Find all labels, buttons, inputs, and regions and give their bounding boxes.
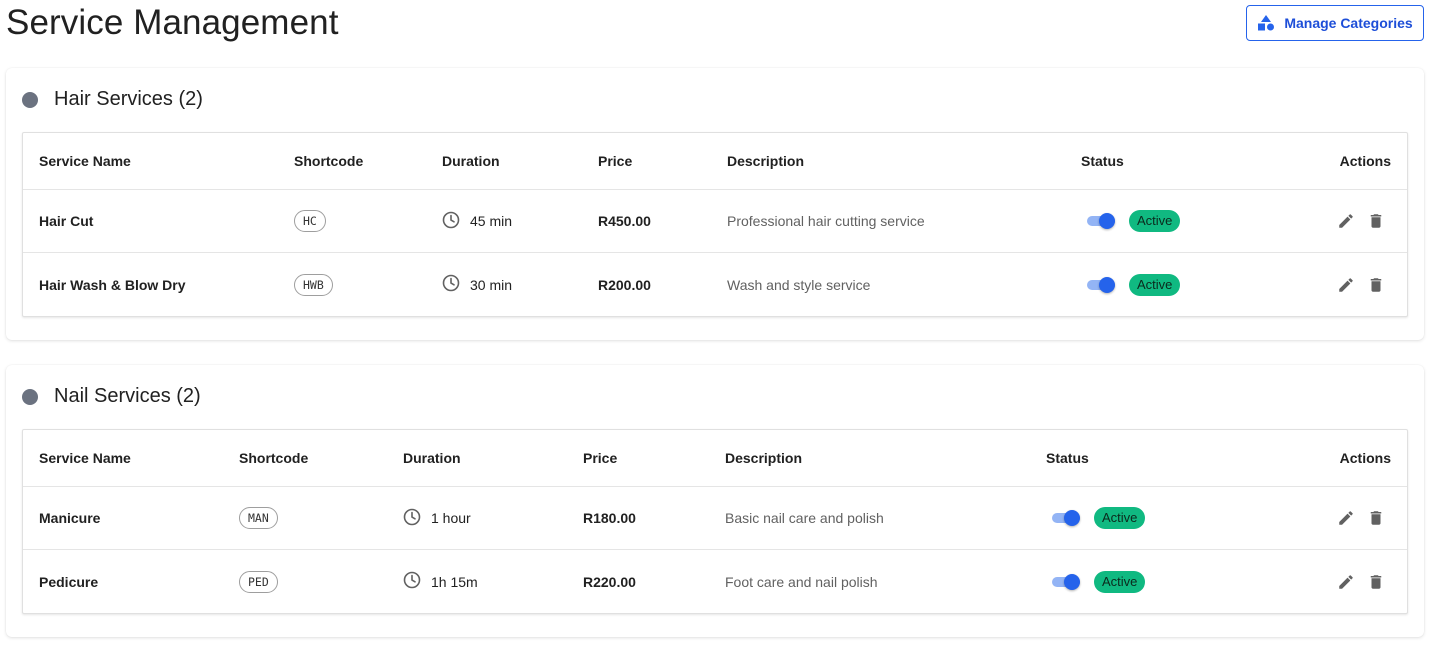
manage-categories-label: Manage Categories bbox=[1284, 15, 1413, 31]
price-value: R450.00 bbox=[598, 213, 651, 229]
column-header-actions: Actions bbox=[1339, 153, 1391, 169]
category-card-nail-services: Nail Services (2) Service Name Shortcode… bbox=[6, 365, 1424, 637]
table-row: Hair Cut HC 45 min R450.00 Professional … bbox=[23, 190, 1407, 253]
duration-value: 45 min bbox=[470, 213, 513, 229]
column-header-shortcode: Shortcode bbox=[294, 153, 364, 169]
trash-icon[interactable] bbox=[1367, 276, 1385, 294]
shortcode-chip: MAN bbox=[239, 507, 278, 529]
duration-value: 1h 15m bbox=[431, 573, 478, 590]
column-header-price: Price bbox=[583, 450, 618, 466]
duration-value: 30 min bbox=[470, 276, 513, 293]
description-text: Foot care and nail polish bbox=[725, 573, 878, 590]
pencil-icon[interactable] bbox=[1337, 212, 1355, 230]
status-badge: Active bbox=[1094, 570, 1146, 593]
service-name: Hair Wash & Blow Dry bbox=[39, 276, 186, 293]
column-header-description: Description bbox=[727, 153, 805, 169]
status-toggle[interactable] bbox=[1087, 275, 1117, 295]
category-dot bbox=[22, 91, 38, 108]
service-name: Hair Cut bbox=[39, 213, 94, 229]
trash-icon[interactable] bbox=[1367, 573, 1385, 591]
category-card-hair-services: Hair Services (2) Service Name Shortcode… bbox=[6, 68, 1424, 340]
column-header-shortcode: Shortcode bbox=[239, 450, 309, 466]
table-row: Hair Wash & Blow Dry HWB 30 min R200.00 … bbox=[23, 253, 1407, 316]
status-badge: Active bbox=[1094, 507, 1146, 529]
column-header-actions: Actions bbox=[1339, 450, 1391, 466]
description-text: Wash and style service bbox=[727, 276, 871, 293]
shortcode-chip: HWB bbox=[294, 273, 333, 296]
service-name: Pedicure bbox=[39, 573, 99, 590]
shortcode-chip: HC bbox=[294, 210, 326, 232]
column-header-service-name: Service Name bbox=[39, 450, 131, 466]
clock-icon bbox=[442, 211, 460, 232]
clock-icon bbox=[403, 508, 421, 529]
category-shapes-icon bbox=[1257, 15, 1275, 31]
service-name: Manicure bbox=[39, 510, 101, 526]
table-header-row: Service Name Shortcode Duration Price De… bbox=[23, 133, 1407, 190]
column-header-status: Status bbox=[1046, 450, 1089, 466]
table-header-row: Service Name Shortcode Duration Price De… bbox=[23, 430, 1407, 487]
category-dot bbox=[22, 388, 38, 405]
status-badge: Active bbox=[1129, 273, 1181, 296]
table-row: Pedicure PED 1h 15m R220.00 Foot care an… bbox=[23, 550, 1407, 613]
clock-icon bbox=[442, 274, 460, 295]
category-title: Nail Services (2) bbox=[54, 385, 201, 407]
trash-icon[interactable] bbox=[1367, 212, 1385, 230]
status-toggle[interactable] bbox=[1052, 572, 1082, 592]
column-header-price: Price bbox=[598, 153, 633, 169]
trash-icon[interactable] bbox=[1367, 509, 1385, 527]
manage-categories-button[interactable]: Manage Categories bbox=[1246, 5, 1424, 41]
column-header-duration: Duration bbox=[442, 153, 500, 169]
services-table: Service Name Shortcode Duration Price De… bbox=[22, 429, 1408, 614]
column-header-service-name: Service Name bbox=[39, 153, 131, 169]
pencil-icon[interactable] bbox=[1337, 276, 1355, 294]
column-header-description: Description bbox=[725, 450, 803, 466]
column-header-duration: Duration bbox=[403, 450, 461, 466]
page-title: Service Management bbox=[6, 3, 339, 42]
price-value: R180.00 bbox=[583, 510, 636, 526]
description-text: Basic nail care and polish bbox=[725, 510, 884, 526]
services-table: Service Name Shortcode Duration Price De… bbox=[22, 132, 1408, 317]
price-value: R220.00 bbox=[583, 573, 636, 590]
price-value: R200.00 bbox=[598, 276, 651, 293]
status-badge: Active bbox=[1129, 210, 1181, 232]
pencil-icon[interactable] bbox=[1337, 509, 1355, 527]
column-header-status: Status bbox=[1081, 153, 1124, 169]
shortcode-chip: PED bbox=[239, 570, 278, 593]
clock-icon bbox=[403, 571, 421, 592]
description-text: Professional hair cutting service bbox=[727, 213, 925, 229]
status-toggle[interactable] bbox=[1052, 508, 1082, 528]
category-title: Hair Services (2) bbox=[54, 88, 203, 110]
pencil-icon[interactable] bbox=[1337, 573, 1355, 591]
duration-value: 1 hour bbox=[431, 510, 471, 526]
table-row: Manicure MAN 1 hour R180.00 Basic nail c… bbox=[23, 487, 1407, 550]
status-toggle[interactable] bbox=[1087, 211, 1117, 231]
